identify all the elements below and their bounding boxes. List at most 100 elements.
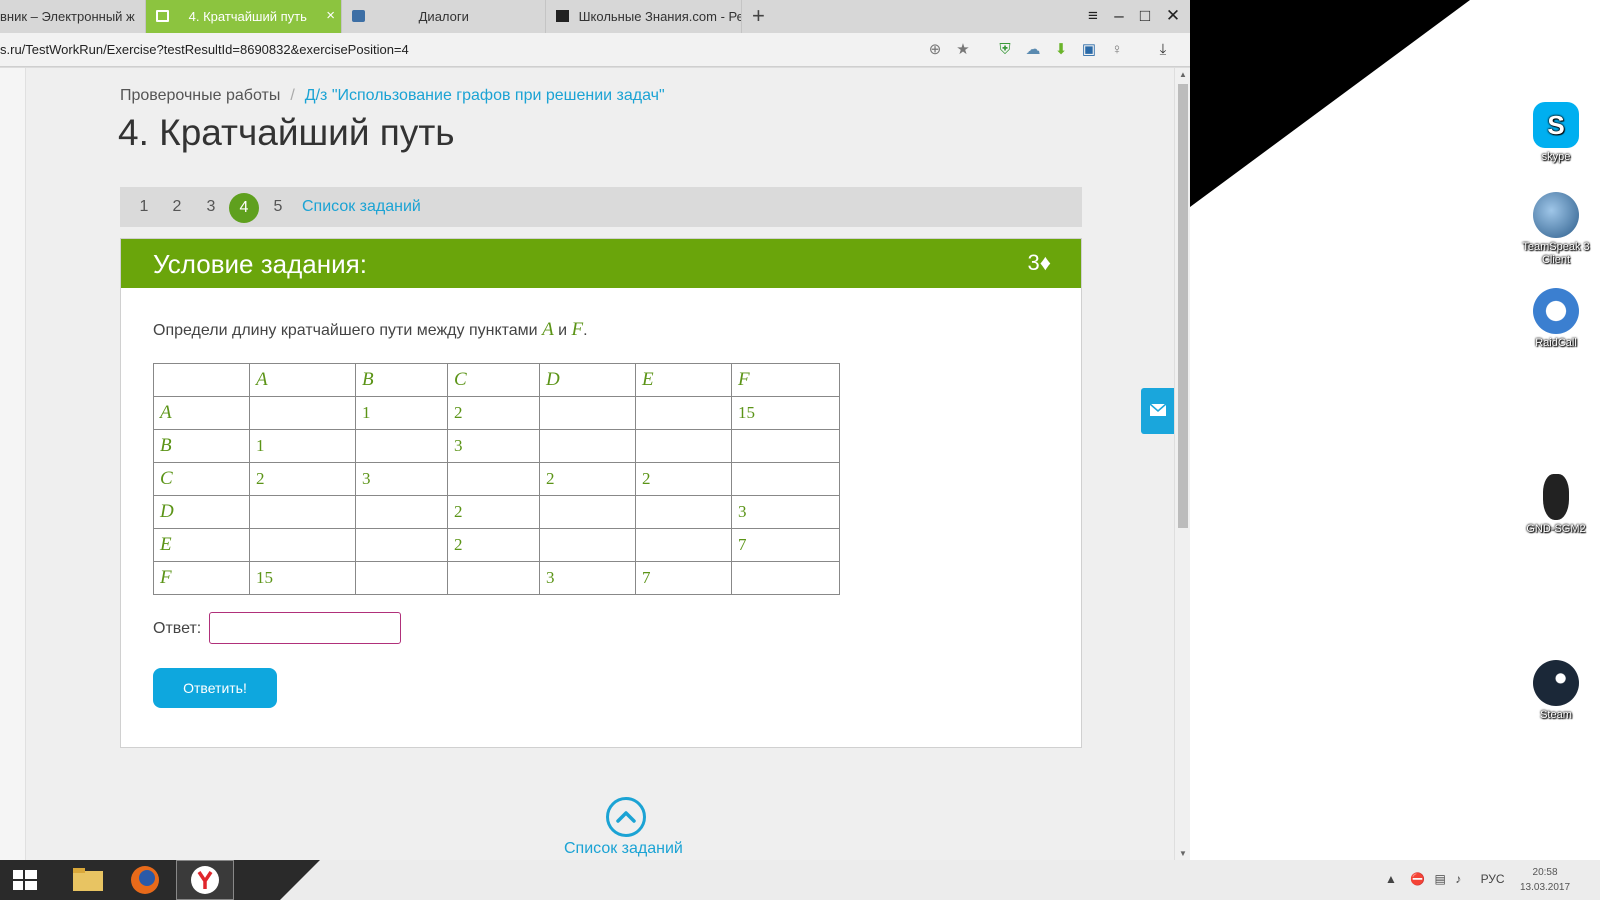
skype-icon: S: [1533, 102, 1579, 148]
matrix-header-cell: B: [355, 363, 448, 397]
scrollbar[interactable]: ▲ ▼: [1174, 68, 1190, 860]
matrix-row: F 15 3 7: [153, 561, 840, 595]
matrix-cell: [355, 561, 448, 595]
menu-icon[interactable]: ≡: [1082, 6, 1104, 26]
task-nav-3[interactable]: 3: [197, 195, 225, 223]
tab-dialogs[interactable]: Диалоги: [342, 0, 546, 33]
yandex-browser-icon: [191, 866, 219, 894]
tray-network-icon[interactable]: ▤: [1435, 872, 1446, 886]
matrix-cell: [539, 495, 636, 529]
matrix-cell: [635, 528, 732, 562]
scrollbar-thumb[interactable]: [1178, 84, 1188, 528]
desktop-icon-skype[interactable]: S skype: [1516, 102, 1596, 164]
desktop-icon-label: TeamSpeak 3 Client: [1522, 241, 1590, 266]
matrix-header-cell: F: [153, 561, 250, 595]
screen: { "browser": { "tabs": [ {"label": "вник…: [0, 0, 1600, 900]
browser-window: вник – Электронный ж 4. Кратчайший путь …: [0, 0, 1190, 860]
question-conj: и: [558, 322, 568, 339]
page-title: 4. Кратчайший путь: [118, 112, 455, 153]
desktop-icon-gnd[interactable]: GND-SGM2: [1516, 474, 1596, 536]
tray-expand-icon[interactable]: ▲: [1385, 872, 1397, 886]
matrix-header-cell: [153, 363, 250, 397]
task-nav-1[interactable]: 1: [130, 195, 158, 223]
breadcrumb-root[interactable]: Проверочные работы: [120, 87, 280, 104]
cloud-extension-icon[interactable]: ☁: [1024, 41, 1042, 59]
matrix-cell: [249, 528, 356, 562]
answer-input[interactable]: [209, 612, 401, 644]
tab-znanija[interactable]: Школьные Знания.com - Ре: [546, 0, 742, 33]
breadcrumb-current[interactable]: Д/з "Использование графов при решении за…: [305, 87, 665, 104]
clock[interactable]: 20:58 13.03.2017: [1520, 865, 1570, 895]
matrix-cell: [447, 462, 540, 496]
desktop-icon-teamspeak[interactable]: TeamSpeak 3 Client: [1516, 192, 1596, 267]
download-extension-icon[interactable]: ⬇: [1052, 41, 1070, 59]
matrix-cell: 3: [731, 495, 840, 529]
znanija-icon: [556, 10, 569, 22]
matrix-cell: [539, 396, 636, 430]
adjacency-table: A B C D E F A 1 2 15 B 1 3 C 2 3 2 2 D 2 3 E 2 7 F 15 3 7: [153, 363, 840, 595]
bottom-task-list-link[interactable]: Список заданий: [564, 840, 683, 858]
desktop-icon-raidcall[interactable]: RaidCall: [1516, 288, 1596, 350]
tray-volume-icon[interactable]: ♪: [1455, 872, 1461, 886]
taskbar-yandex[interactable]: [176, 860, 234, 900]
matrix-cell: [249, 396, 356, 430]
tab-bar: вник – Электронный ж 4. Кратчайший путь …: [0, 0, 1190, 33]
windows-icon: [13, 870, 37, 890]
matrix-row: D 2 3: [153, 495, 840, 529]
task-nav-5[interactable]: 5: [264, 195, 292, 223]
tab-journal[interactable]: вник – Электронный ж: [0, 0, 146, 33]
scroll-up-icon[interactable]: [606, 797, 646, 837]
task-nav: 1 2 3 4 5 Список заданий: [120, 187, 1082, 227]
scroll-down-arrow-icon[interactable]: ▼: [1175, 849, 1190, 858]
bookmark-star-icon[interactable]: ★: [954, 41, 972, 59]
teamspeak-icon: [1533, 192, 1579, 238]
shield-extension-icon[interactable]: ⛨: [996, 41, 1014, 59]
new-tab-button[interactable]: +: [752, 3, 765, 29]
matrix-cell: 15: [249, 561, 356, 595]
minimize-icon[interactable]: –: [1108, 6, 1130, 26]
address-bar: s.ru/TestWorkRun/Exercise?testResultId=8…: [0, 33, 1190, 67]
tab-label: Диалоги: [418, 9, 469, 24]
matrix-cell: 2: [447, 495, 540, 529]
gnd-sgm2-icon: [1543, 474, 1569, 520]
lightbulb-icon[interactable]: ♀: [1108, 41, 1126, 59]
book-icon: [156, 10, 169, 22]
task-nav-4[interactable]: 4: [229, 193, 259, 223]
close-tab-icon[interactable]: ×: [326, 7, 335, 24]
translate-icon[interactable]: ⊕: [926, 41, 944, 59]
matrix-cell: 3: [447, 429, 540, 463]
tab-label: 4. Кратчайший путь: [188, 9, 307, 24]
desktop-icon-label: GND-SGM2: [1526, 523, 1586, 535]
downloads-icon[interactable]: ⤓: [1154, 41, 1172, 59]
task-nav-2[interactable]: 2: [163, 195, 191, 223]
feedback-mail-button[interactable]: [1141, 388, 1175, 434]
left-gutter: [0, 68, 26, 860]
tray-language[interactable]: РУС: [1481, 872, 1505, 886]
matrix-cell: [635, 495, 732, 529]
tab-label: вник – Электронный ж: [0, 9, 135, 24]
matrix-cell: 1: [355, 396, 448, 430]
extension-icon[interactable]: ▣: [1080, 41, 1098, 59]
matrix-row: E 2 7: [153, 528, 840, 562]
close-window-icon[interactable]: ✕: [1162, 6, 1184, 26]
taskbar: ▲ ⛔ ▤ ♪ РУС 20:58 13.03.2017: [0, 860, 1600, 900]
desktop-icon-steam[interactable]: Steam: [1516, 660, 1596, 722]
submit-answer-button[interactable]: Ответить!: [153, 668, 277, 708]
matrix-header-cell: B: [153, 429, 250, 463]
scroll-up-arrow-icon[interactable]: ▲: [1175, 70, 1190, 79]
steam-icon: [1533, 660, 1579, 706]
task-list-link[interactable]: Список заданий: [302, 198, 421, 216]
firefox-icon: [131, 866, 159, 894]
start-button[interactable]: [0, 860, 58, 900]
matrix-cell: 15: [731, 396, 840, 430]
tray-network-error-icon[interactable]: ⛔: [1410, 872, 1425, 886]
maximize-icon[interactable]: □: [1134, 6, 1156, 26]
matrix-cell: [635, 429, 732, 463]
matrix-cell: 7: [731, 528, 840, 562]
taskbar-explorer[interactable]: [58, 860, 116, 900]
var-a: A: [542, 319, 554, 340]
url-field[interactable]: s.ru/TestWorkRun/Exercise?testResultId=8…: [0, 42, 409, 57]
system-tray: ▲ ⛔ ▤ ♪ РУС: [1385, 872, 1505, 886]
tab-shortest-path[interactable]: 4. Кратчайший путь ×: [146, 0, 342, 33]
taskbar-firefox[interactable]: [116, 860, 174, 900]
